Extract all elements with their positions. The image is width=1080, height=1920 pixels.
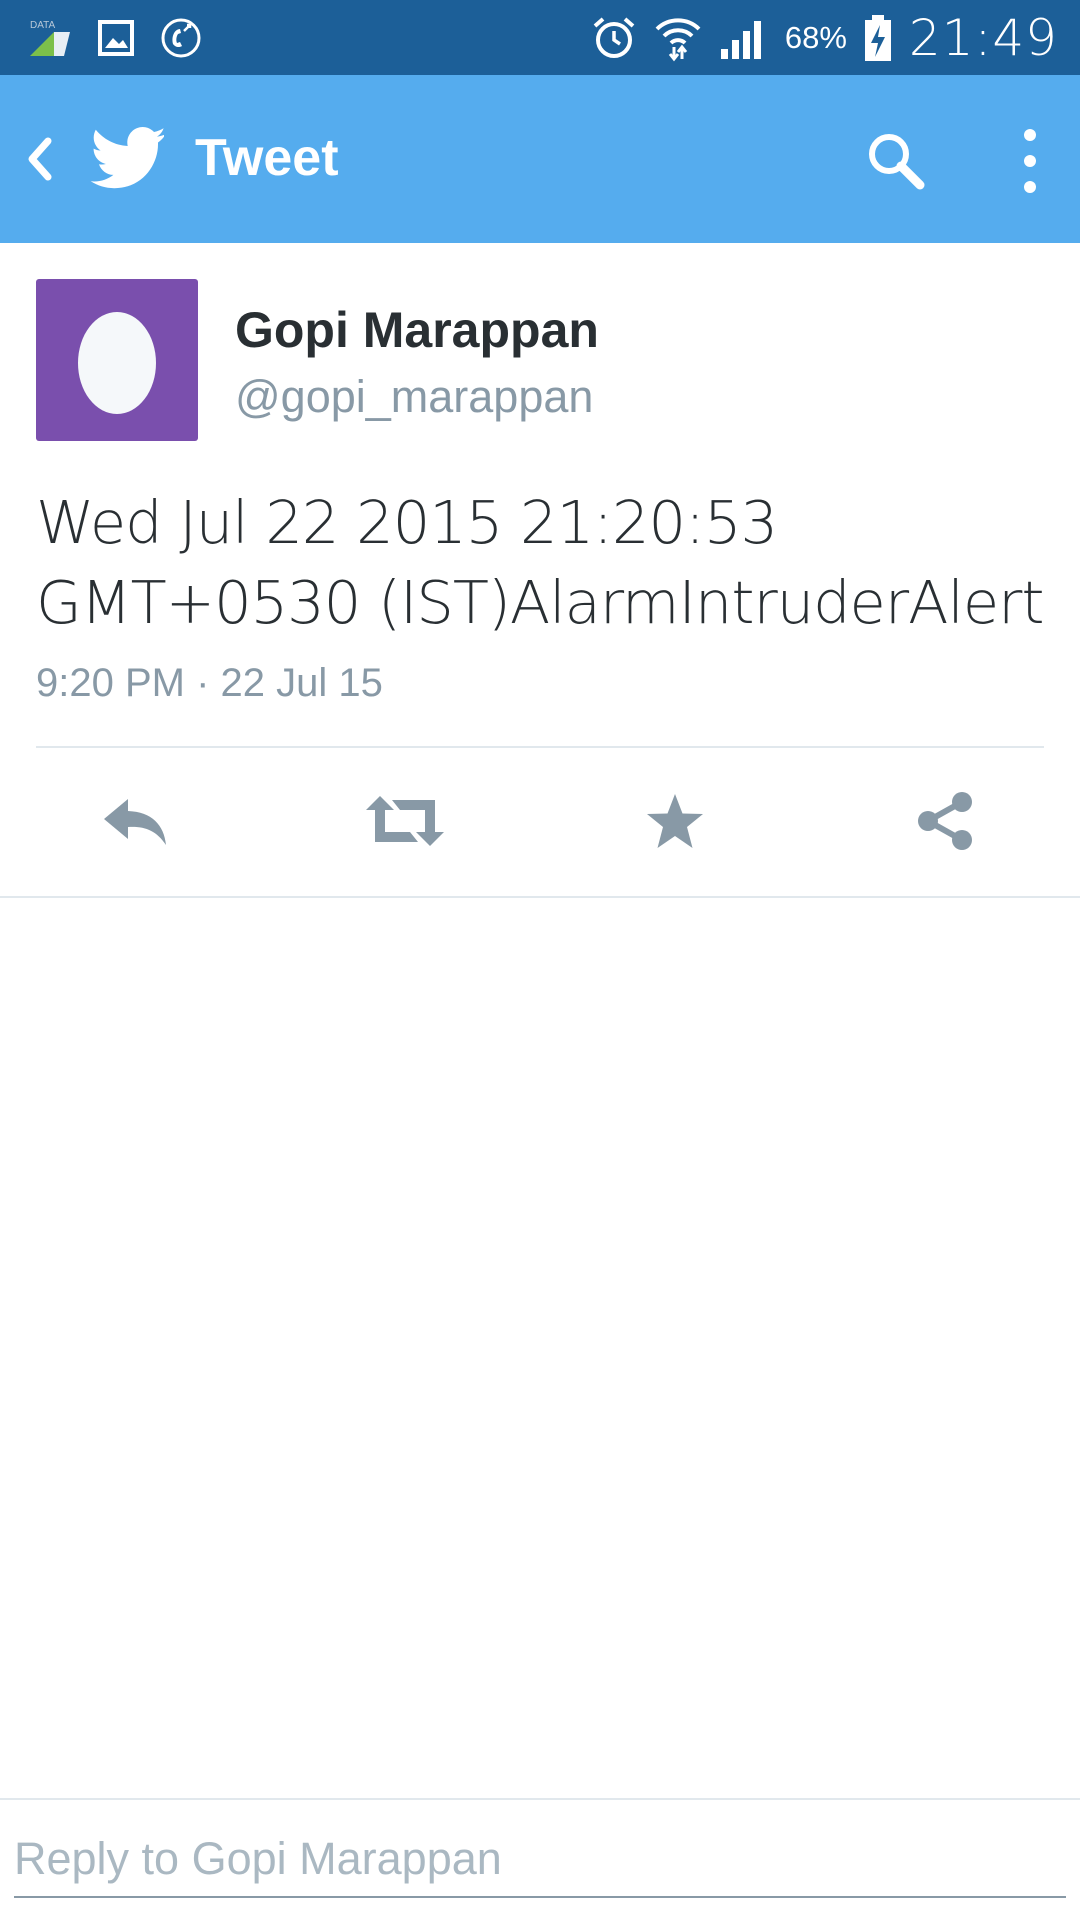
display-name[interactable]: Gopi Marappan: [235, 301, 599, 359]
image-icon: [98, 20, 134, 56]
page-title: Tweet: [195, 129, 339, 187]
retweet-button[interactable]: [360, 776, 450, 866]
reply-button[interactable]: [90, 776, 180, 866]
reply-icon: [104, 799, 166, 845]
app-bar: Tweet: [0, 75, 1080, 243]
cell-signal-icon: [719, 15, 769, 61]
back-button[interactable]: [14, 127, 64, 191]
search-icon: [869, 134, 925, 190]
reply-bar: [0, 1798, 1080, 1920]
egg-avatar-icon: [78, 312, 156, 414]
retweet-icon: [366, 796, 444, 846]
search-button[interactable]: [858, 123, 934, 199]
favorite-icon: [647, 794, 703, 848]
tweet-detail: Gopi Marappan @gopi_marappan Wed Jul 22 …: [0, 243, 1080, 898]
twitter-bird-icon: [90, 125, 166, 191]
overflow-menu-icon: [1024, 129, 1036, 193]
overflow-menu-button[interactable]: [1000, 119, 1060, 203]
share-button[interactable]: [900, 776, 990, 866]
call-icon: [160, 17, 202, 59]
avatar[interactable]: [36, 279, 198, 441]
back-icon: [28, 137, 52, 181]
status-bar: DATA 68% 21:49: [0, 0, 1080, 75]
reply-input[interactable]: [14, 1822, 1066, 1898]
data-label: DATA: [30, 20, 56, 31]
battery-charging-icon: [863, 13, 893, 63]
tweet-timestamp: 9:20 PM · 22 Jul 15: [36, 661, 383, 705]
battery-percent: 68%: [784, 19, 847, 55]
data-signal-icon: DATA: [28, 18, 72, 58]
user-handle[interactable]: @gopi_marappan: [235, 371, 593, 423]
wifi-icon: [653, 13, 703, 63]
alarm-icon: [591, 15, 637, 61]
favorite-button[interactable]: [630, 776, 720, 866]
share-icon: [918, 792, 972, 850]
tweet-actions: [0, 748, 1080, 896]
tweet-text: Wed Jul 22 2015 21:20:53 GMT+0530 (IST)A…: [36, 488, 1045, 637]
status-clock: 21:49: [908, 8, 1058, 67]
